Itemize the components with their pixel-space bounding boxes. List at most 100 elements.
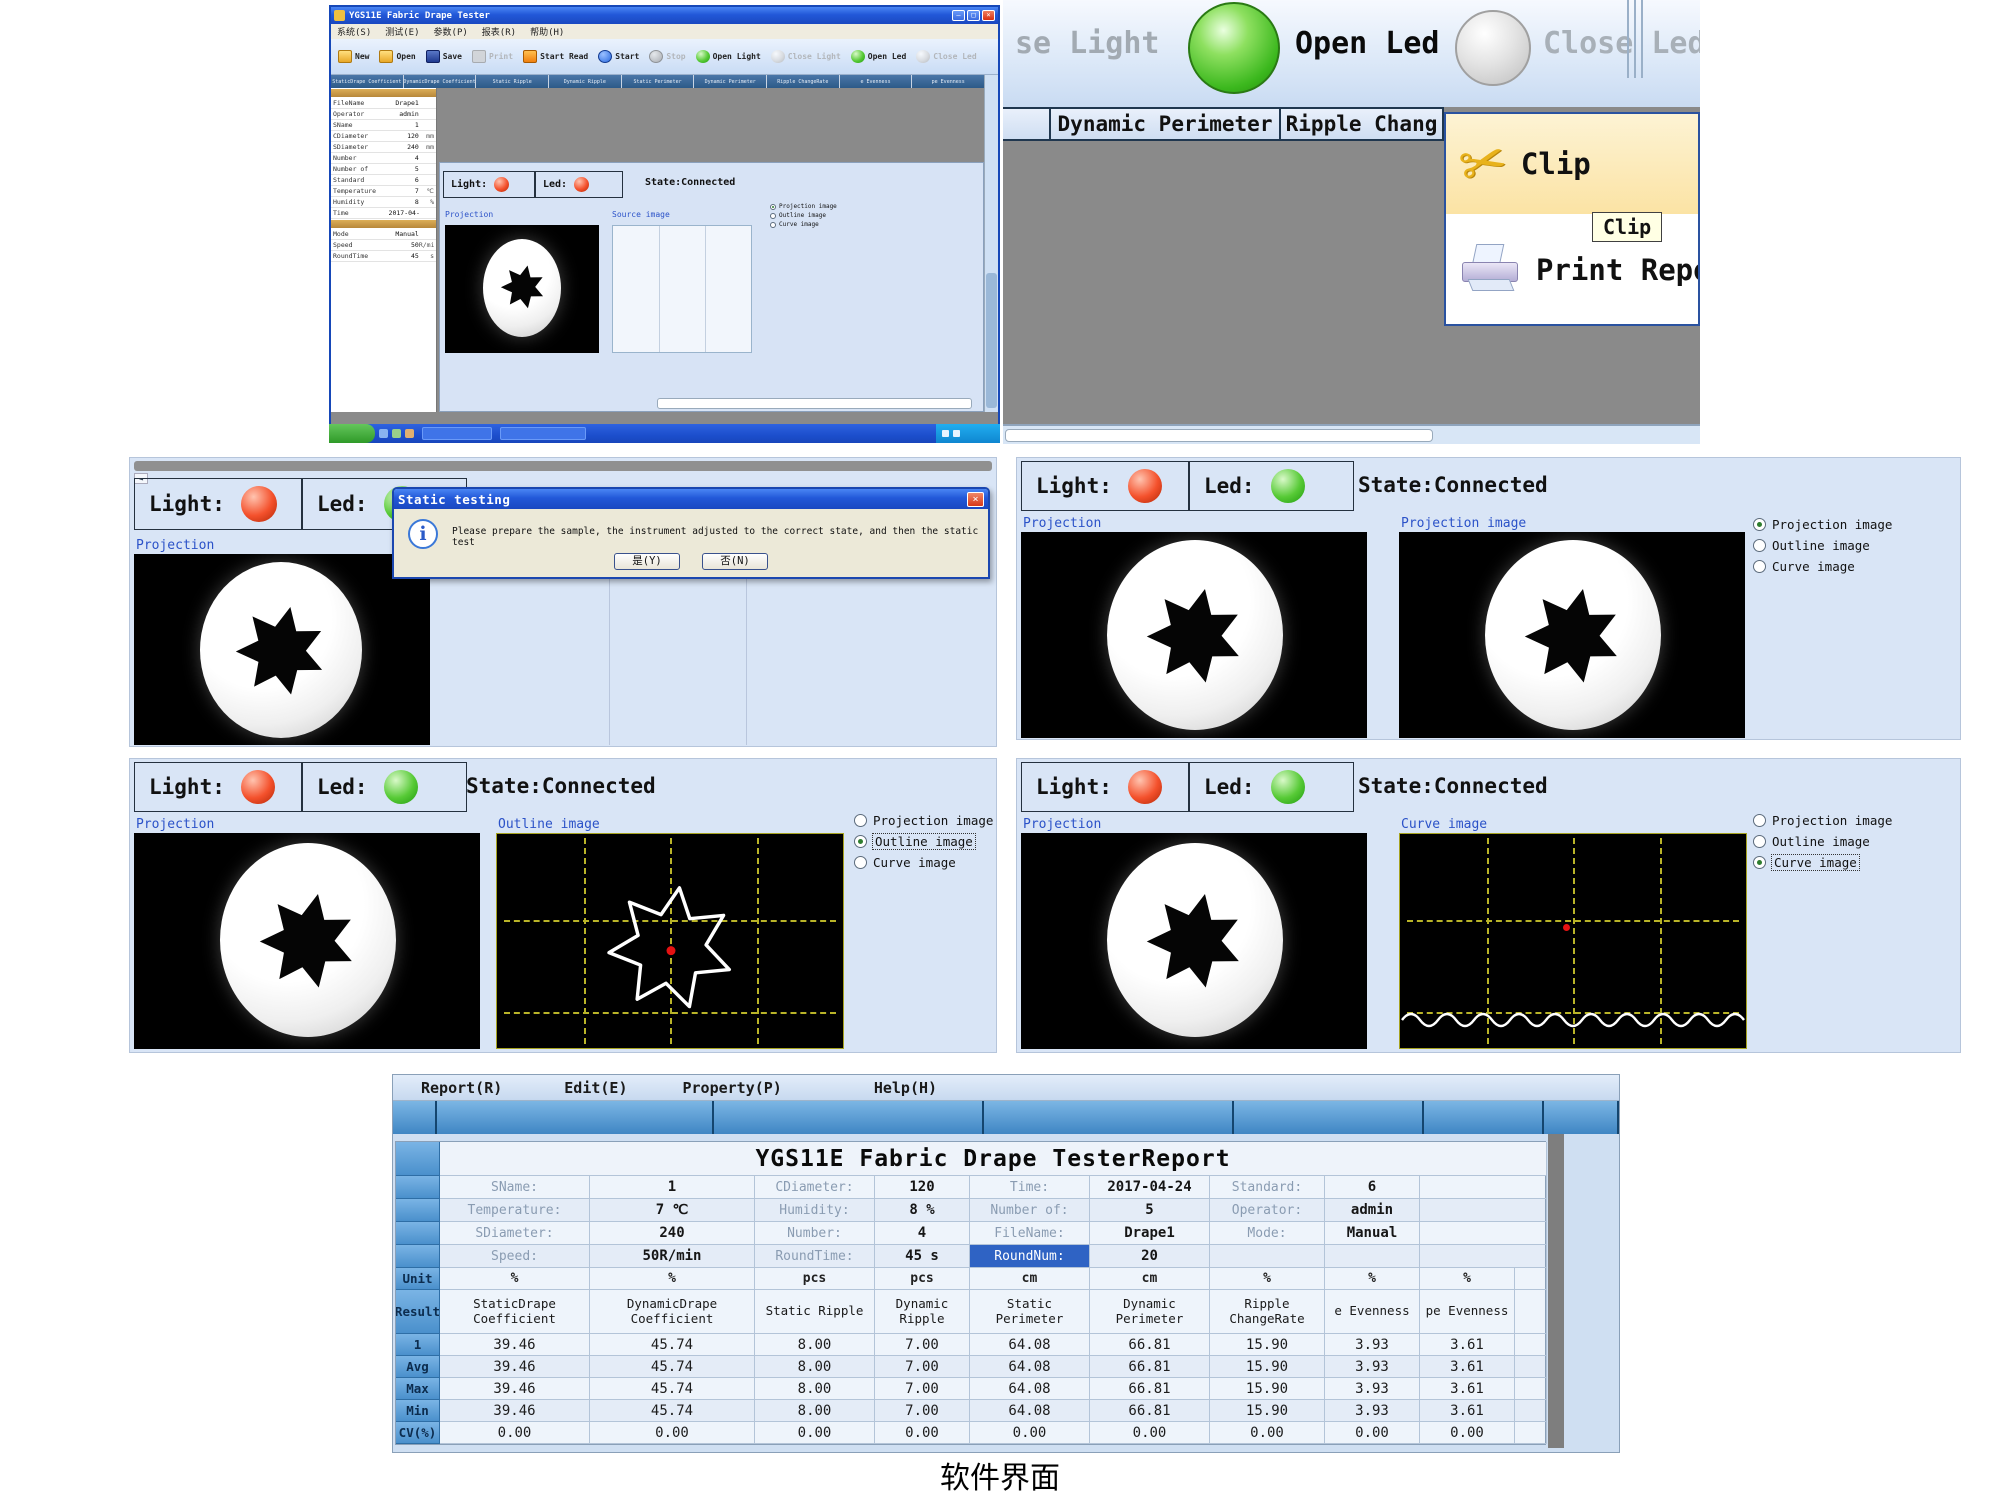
radio-curve-image[interactable]: Curve image [1753,559,1892,574]
menu-r[interactable]: 报表(R) [482,25,516,38]
taskbar-task-button[interactable] [500,427,586,440]
splitter-bar[interactable] [134,461,992,471]
report-menu-property-p[interactable]: Property(P) [683,1079,782,1097]
toolbar-save-button[interactable]: Save [423,48,465,65]
toolbar-close-led-button[interactable]: Close Led [913,48,979,65]
radio-curve-image[interactable]: Curve image [770,221,837,228]
radio-projection-image[interactable]: Projection image [1753,813,1892,828]
system-tray [936,424,1000,443]
radio-dot-icon [854,814,867,827]
dialog-title-bar[interactable]: Static testing × [394,489,988,509]
start-button[interactable] [329,424,375,443]
maximize-button[interactable]: □ [967,10,980,21]
horizontal-scrollbar[interactable] [1003,424,1700,444]
toolbar-label: Stop [666,52,685,61]
no-button[interactable]: 否(N) [702,553,768,570]
radio-dot-icon [770,204,776,210]
projection-image [1021,532,1367,738]
table-row: Avg39.4645.748.007.0064.0866.8115.903.93… [396,1356,1545,1378]
toolbar-label: Print [489,52,513,61]
test-view-panel: Light: Led: State:Connected Projection S… [439,162,984,412]
toolbar-new-button[interactable]: New [335,48,372,65]
quicklaunch-icon[interactable] [392,429,401,438]
print-icon [472,50,486,63]
open-led-ball-icon[interactable] [1188,2,1280,94]
param-label-cdiameter: CDiameter: [755,1176,875,1199]
row-header-cv: CV(%) [396,1422,440,1444]
clip-tooltip: Clip [1592,212,1662,242]
light-status-icon [1128,770,1162,804]
minimize-button[interactable]: – [952,10,965,21]
toolbar-open-light-button[interactable]: Open Light [693,48,764,65]
quicklaunch-icon[interactable] [405,429,414,438]
menu-h[interactable]: 帮助(H) [530,25,564,38]
radio-label: Curve image [779,221,819,228]
connection-state: State:Connected [1358,774,1548,798]
radio-outline-image[interactable]: Outline image [770,212,837,219]
param-label-speed: Speed: [440,1245,590,1268]
radio-dot-icon [1753,560,1766,573]
light-label: Light: [1036,775,1112,799]
tray-icon[interactable] [942,430,949,437]
radio-projection-image[interactable]: Projection image [854,813,993,828]
radio-label: Outline image [1772,834,1870,849]
quicklaunch-icon[interactable] [379,429,388,438]
close-light-button-label[interactable]: se Light [1015,26,1160,61]
radio-curve-image[interactable]: Curve image [854,855,993,870]
radio-outline-image[interactable]: Outline image [854,834,993,849]
grid-header-pe-evenness: pe Evenness [912,75,984,88]
menu-item-clip[interactable]: ✂ Clip [1446,114,1698,214]
table-row: CV(%)0.000.000.000.000.000.000.000.000.0… [396,1422,1545,1444]
close-led-ball-icon[interactable] [1455,10,1531,86]
param-value: 8 % [875,1199,970,1222]
vertical-scrollbar[interactable] [984,75,998,412]
tray-icon[interactable] [953,430,960,437]
toolbar-label: Start Read [540,52,588,61]
open-led-button-label[interactable]: Open Led [1295,26,1440,61]
report-menu-help-h[interactable]: Help(H) [874,1079,937,1097]
value-cell: 66.81 [1090,1400,1210,1422]
led-status-icon [384,770,418,804]
radio-projection-image[interactable]: Projection image [770,203,837,210]
close-button[interactable]: × [982,10,995,21]
light-status-icon [494,177,509,192]
report-header-cell [984,1101,1234,1134]
param-label-filename: FileName: [970,1222,1090,1245]
blank-cell [1420,1222,1547,1245]
value-cell: 7.00 [875,1378,970,1400]
radio-outline-image[interactable]: Outline image [1753,538,1892,553]
radio-outline-image[interactable]: Outline image [1753,834,1892,849]
column-e-evenness: e Evenness [1325,1290,1420,1334]
report-menu-report-r[interactable]: Report(R) [421,1079,502,1097]
column-ripple-changerate: Ripple ChangeRate [1210,1290,1325,1334]
value-cell: 45.74 [590,1356,755,1378]
toolbar-open-led-button[interactable]: Open Led [848,48,910,65]
taskbar-task-button[interactable] [422,427,492,440]
dialog-close-icon[interactable]: × [967,492,984,507]
close-led-button-label[interactable]: Close Led [1543,26,1700,61]
toolbar-print-button[interactable]: Print [469,48,516,65]
toolbar-open-button[interactable]: Open [376,48,418,65]
led-status-icon [574,177,589,192]
param-value: 120 [389,132,419,140]
menu-s[interactable]: 系统(S) [337,25,371,38]
horizontal-scrollbar[interactable] [657,398,972,409]
toolbar-stop-button[interactable]: Stop [646,48,688,65]
toolbar-start-button[interactable]: Start [595,48,642,65]
radio-projection-image[interactable]: Projection image [1753,517,1892,532]
menu-p[interactable]: 参数(P) [434,25,468,38]
menu-e[interactable]: 测试(E) [385,25,419,38]
unit-cell: cm [1090,1268,1210,1290]
led-label: Led: [317,492,368,516]
grid-header-e-evenness: e Evenness [840,75,912,88]
radio-curve-image[interactable]: Curve image [1753,855,1892,870]
title-bar[interactable]: YGS11E Fabric Drape Tester – □ × [331,7,998,24]
toolbar-close-light-button[interactable]: Close Light [768,48,844,65]
start-icon [598,50,612,63]
param-label: SName [333,121,389,129]
toolbar-start-read-button[interactable]: Start Read [520,48,591,65]
yes-button[interactable]: 是(Y) [614,553,680,570]
report-menu-edit-e[interactable]: Edit(E) [564,1079,627,1097]
param-value: 4 [389,154,419,162]
radio-label: Projection image [1772,813,1892,828]
